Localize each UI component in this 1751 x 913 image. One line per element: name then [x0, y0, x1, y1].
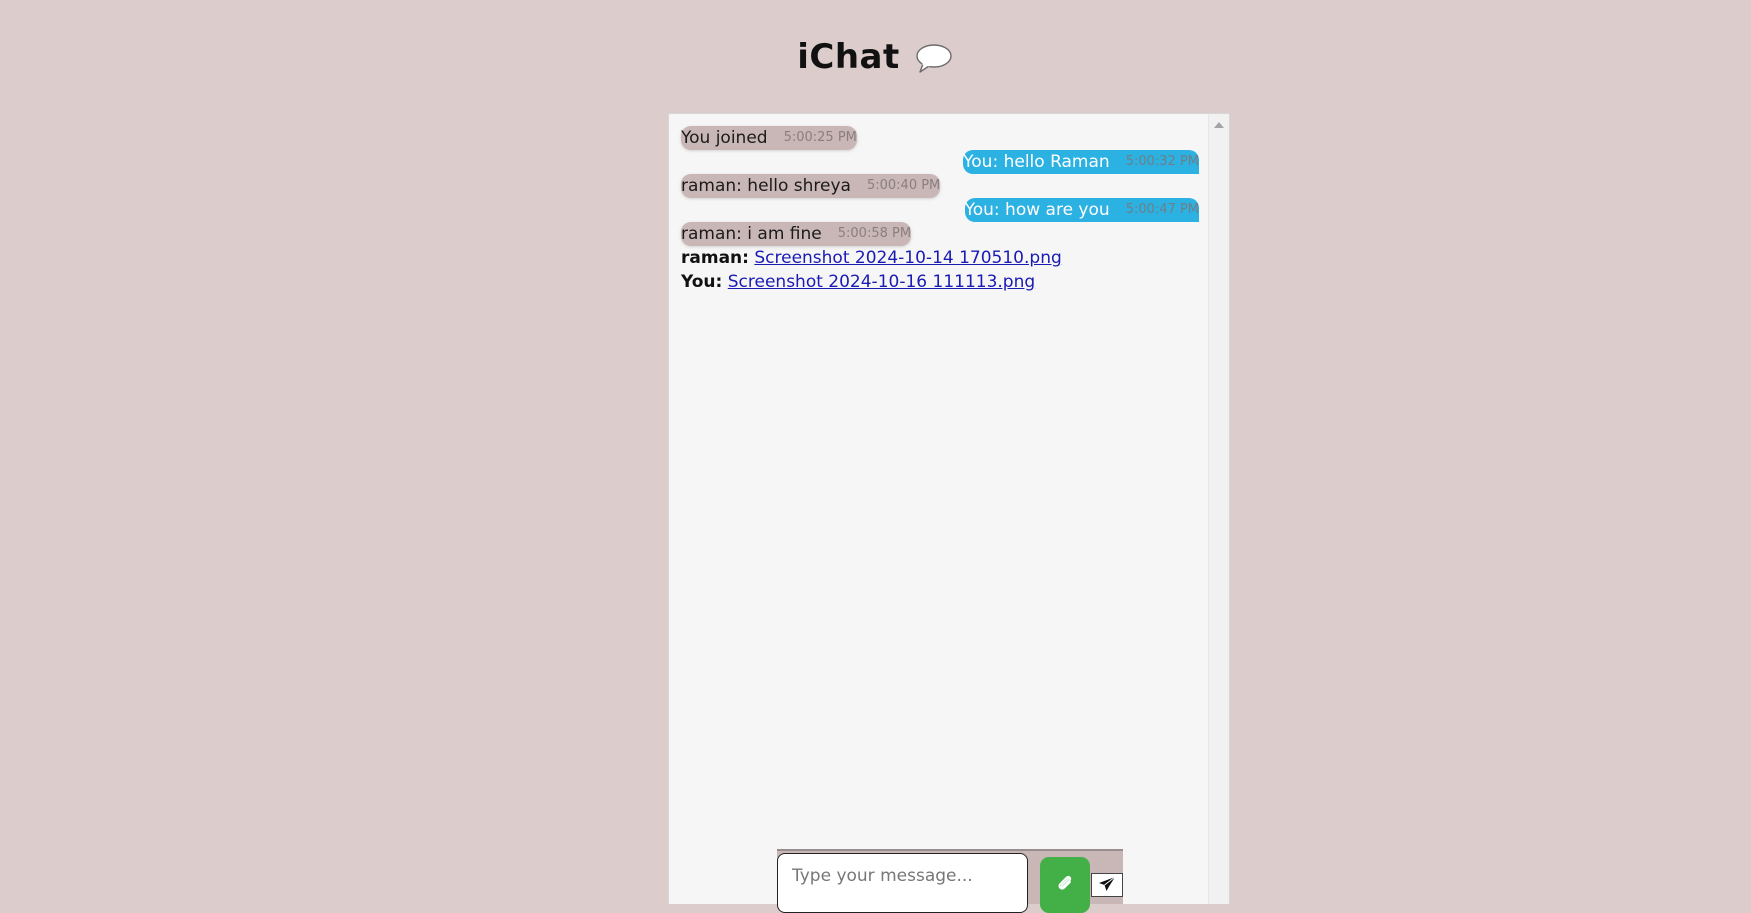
message-row: You joined 5:00:25 PM — [681, 126, 1199, 150]
message-bubble: You: hello Raman 5:00:32 PM — [963, 150, 1199, 174]
app-header: iChat — [0, 30, 1751, 84]
message-text: raman: hello shreya — [681, 176, 851, 196]
file-sender: You: — [681, 272, 723, 292]
file-message: raman: Screenshot 2024-10-14 170510.png — [681, 246, 1199, 270]
attach-file-button[interactable] — [1040, 857, 1090, 913]
file-sender: raman: — [681, 248, 749, 268]
message-composer — [777, 849, 1123, 913]
message-bubble: raman: i am fine 5:00:58 PM — [681, 222, 912, 246]
paper-plane-icon — [1098, 876, 1116, 895]
chat-panel: You joined 5:00:25 PM You: hello Raman 5… — [668, 113, 1230, 904]
message-time: 5:00:40 PM — [866, 178, 941, 193]
message-bubble: raman: hello shreya 5:00:40 PM — [681, 174, 941, 198]
scroll-up-arrow-icon[interactable] — [1214, 122, 1224, 128]
chat-scrollbar[interactable] — [1208, 114, 1229, 904]
file-link[interactable]: Screenshot 2024-10-16 111113.png — [728, 272, 1035, 292]
message-text: You: how are you — [964, 200, 1110, 220]
message-text: You joined — [681, 128, 768, 148]
message-text: raman: i am fine — [681, 224, 822, 244]
send-button[interactable] — [1091, 873, 1123, 897]
message-bubble: You joined 5:00:25 PM — [681, 126, 857, 150]
message-time: 5:00:25 PM — [783, 130, 857, 145]
message-bubble: You: how are you 5:00:47 PM — [964, 198, 1199, 222]
app-title: iChat — [797, 37, 900, 77]
message-time: 5:00:58 PM — [837, 226, 912, 241]
paperclip-icon — [1056, 873, 1074, 896]
message-row: You: hello Raman 5:00:32 PM — [681, 150, 1199, 174]
message-row: raman: i am fine 5:00:58 PM — [681, 222, 1199, 246]
message-text: You: hello Raman — [963, 152, 1110, 172]
message-row: You: how are you 5:00:47 PM — [681, 198, 1199, 222]
message-row: raman: hello shreya 5:00:40 PM — [681, 174, 1199, 198]
file-link[interactable]: Screenshot 2024-10-14 170510.png — [754, 248, 1061, 268]
message-time: 5:00:32 PM — [1125, 154, 1199, 169]
message-input[interactable] — [777, 853, 1028, 913]
speech-bubble-icon — [914, 42, 954, 76]
message-time: 5:00:47 PM — [1125, 202, 1199, 217]
file-message: You: Screenshot 2024-10-16 111113.png — [681, 270, 1199, 294]
message-list: You joined 5:00:25 PM You: hello Raman 5… — [681, 126, 1199, 294]
